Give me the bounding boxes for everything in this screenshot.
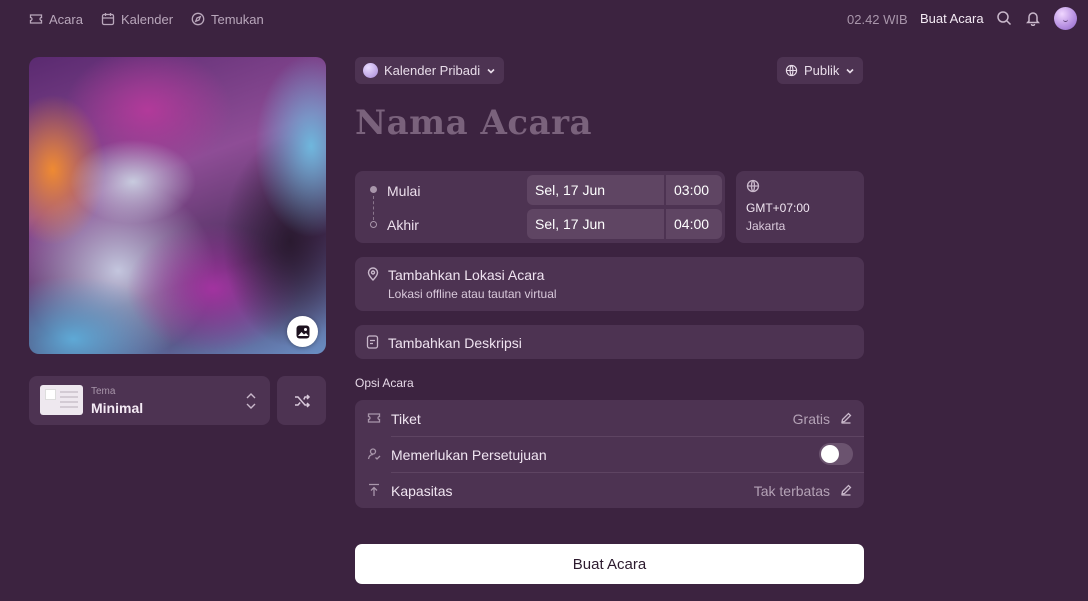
search-icon	[997, 11, 1012, 26]
chevron-up-down-icon	[246, 393, 256, 409]
compass-icon	[191, 12, 205, 26]
start-time-field[interactable]: 03:00	[666, 175, 722, 205]
calendar-icon	[101, 13, 115, 26]
toggle-knob	[821, 445, 839, 463]
end-dot	[370, 221, 377, 228]
current-time: 02.42 WIB	[847, 12, 908, 27]
nav-temukan-label: Temukan	[211, 11, 264, 27]
end-date-field[interactable]: Sel, 17 Jun	[527, 209, 664, 239]
create-event-link[interactable]: Buat Acara	[920, 11, 984, 26]
create-event-button[interactable]: Buat Acara	[355, 544, 864, 584]
theme-value: Minimal	[91, 400, 144, 416]
approval-toggle[interactable]	[819, 443, 853, 465]
shuffle-theme-button[interactable]	[277, 376, 326, 425]
event-options-heading: Opsi Acara	[355, 376, 414, 390]
change-cover-button[interactable]	[287, 316, 318, 347]
nav-acara-label: Acara	[49, 11, 83, 27]
location-title: Tambahkan Lokasi Acara	[388, 267, 545, 283]
visibility-select[interactable]: Publik	[777, 57, 864, 84]
ticket-label: Tiket	[391, 411, 421, 427]
pencil-icon[interactable]	[840, 412, 852, 424]
ticket-value: Gratis	[792, 411, 830, 427]
nav-acara[interactable]: Acara	[29, 11, 83, 27]
event-cover-image	[29, 57, 326, 354]
calendar-select-label: Kalender Pribadi	[384, 63, 481, 78]
event-options-panel: Tiket Gratis Memerlukan Persetujuan Kapa…	[355, 400, 864, 508]
add-description-field[interactable]: Tambahkan Deskripsi	[355, 325, 864, 359]
approval-option: Memerlukan Persetujuan	[355, 436, 864, 472]
ticket-option[interactable]: Tiket Gratis	[355, 400, 864, 436]
notifications-button[interactable]	[1025, 10, 1043, 28]
nav-temukan[interactable]: Temukan	[191, 11, 264, 27]
document-icon	[366, 335, 379, 349]
chevron-down-icon	[487, 68, 495, 74]
timezone-city: Jakarta	[746, 219, 786, 233]
calendar-avatar-icon	[363, 63, 378, 78]
theme-thumbnail	[40, 385, 83, 415]
location-subtitle: Lokasi offline atau tautan virtual	[388, 287, 557, 301]
ticket-icon	[367, 413, 381, 423]
avatar[interactable]	[1054, 7, 1077, 30]
user-check-icon	[367, 448, 381, 460]
start-label: Mulai	[387, 183, 421, 199]
pencil-icon[interactable]	[840, 484, 852, 496]
approval-label: Memerlukan Persetujuan	[391, 447, 547, 463]
chevron-down-icon	[846, 68, 854, 74]
map-pin-icon	[367, 267, 379, 281]
arrow-up-bar-icon	[369, 483, 379, 496]
datetime-panel: Mulai Akhir Sel, 17 Jun 03:00 Sel, 17 Ju…	[355, 171, 725, 243]
theme-label: Tema	[91, 386, 116, 397]
nav-kalender-label: Kalender	[121, 11, 174, 27]
end-time-field[interactable]: 04:00	[666, 209, 722, 239]
nav-kalender[interactable]: Kalender	[101, 11, 173, 27]
bell-icon	[1026, 12, 1040, 27]
ticket-icon	[29, 14, 43, 24]
search-button[interactable]	[996, 10, 1014, 28]
globe-icon	[785, 64, 798, 77]
start-dot	[370, 186, 377, 193]
visibility-label: Publik	[804, 63, 840, 78]
event-name-input[interactable]: Nama Acara	[355, 103, 592, 143]
timezone-selector[interactable]: GMT+07:00 Jakarta	[736, 171, 864, 243]
timezone-offset: GMT+07:00	[746, 201, 810, 215]
timeline-connector	[373, 196, 374, 220]
calendar-select[interactable]: Kalender Pribadi	[355, 57, 505, 84]
start-date-field[interactable]: Sel, 17 Jun	[527, 175, 664, 205]
add-location-field[interactable]: Tambahkan Lokasi Acara Lokasi offline at…	[355, 257, 864, 311]
theme-selector[interactable]: Tema Minimal	[29, 376, 270, 425]
capacity-option[interactable]: Kapasitas Tak terbatas	[355, 472, 864, 508]
globe-icon	[746, 179, 760, 193]
description-label: Tambahkan Deskripsi	[388, 335, 522, 351]
capacity-label: Kapasitas	[391, 483, 453, 499]
end-label: Akhir	[387, 217, 419, 233]
shuffle-icon	[294, 393, 310, 408]
capacity-value: Tak terbatas	[753, 483, 830, 499]
image-icon	[296, 325, 309, 338]
